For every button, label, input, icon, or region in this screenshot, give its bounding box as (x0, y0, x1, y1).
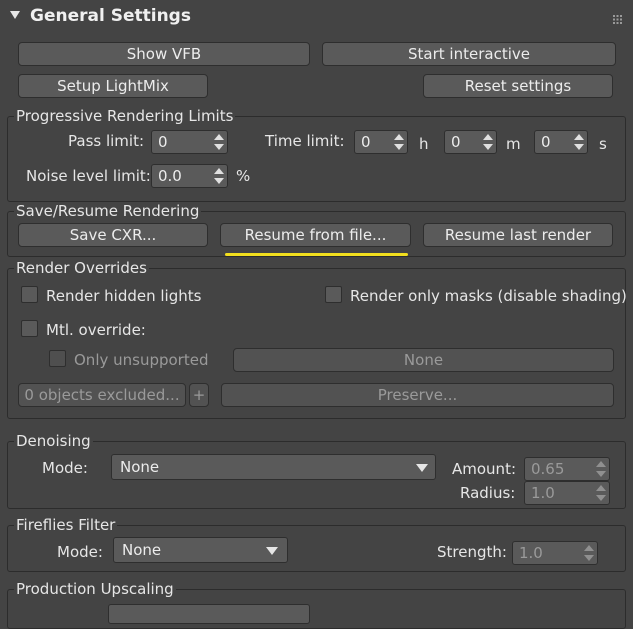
start-interactive-button[interactable]: Start interactive (322, 42, 616, 66)
resume-from-file-button[interactable]: Resume from file... (220, 223, 411, 247)
show-vfb-button[interactable]: Show VFB (18, 42, 310, 66)
denoise-radius-spinner[interactable]: 1.0 (524, 481, 610, 505)
panel-title: General Settings (30, 6, 191, 26)
denoising-title: Denoising (14, 432, 93, 450)
mtl-override-label[interactable]: Mtl. override: (46, 321, 146, 339)
time-seconds-spinner[interactable]: 0 (534, 130, 588, 154)
spinner-arrows-icon[interactable] (483, 134, 493, 150)
fireflies-title: Fireflies Filter (14, 516, 118, 534)
pass-limit-spinner[interactable]: 0 (151, 130, 228, 154)
render-hidden-lights-label[interactable]: Render hidden lights (46, 287, 201, 305)
grip-icon[interactable] (613, 10, 622, 24)
upscaling-mode-dropdown[interactable] (108, 604, 310, 624)
hours-unit: h (419, 135, 429, 153)
spinner-arrows-icon[interactable] (214, 168, 224, 184)
spinner-arrows-icon[interactable] (584, 545, 594, 561)
only-unsupported-label[interactable]: Only unsupported (74, 351, 208, 369)
denoise-mode-label: Mode: (42, 459, 88, 477)
denoise-amount-label: Amount: (452, 460, 516, 478)
spinner-arrows-icon[interactable] (574, 134, 584, 150)
pass-limit-label: Pass limit: (68, 132, 145, 150)
spinner-arrows-icon[interactable] (596, 485, 606, 501)
fireflies-strength-value: 1.0 (519, 544, 543, 562)
preserve-button[interactable]: Preserve... (221, 383, 614, 407)
override-material-none-button[interactable]: None (233, 348, 614, 372)
spinner-arrows-icon[interactable] (596, 461, 606, 477)
spinner-arrows-icon[interactable] (394, 134, 404, 150)
add-excluded-button[interactable]: + (189, 383, 209, 407)
denoise-mode-value: None (120, 458, 160, 476)
upscaling-title: Production Upscaling (14, 580, 176, 598)
noise-unit: % (236, 167, 251, 185)
only-unsupported-checkbox[interactable] (49, 350, 66, 367)
save-resume-title: Save/Resume Rendering (14, 202, 202, 220)
noise-limit-spinner[interactable]: 0.0 (151, 164, 228, 188)
render-only-masks-checkbox[interactable] (325, 286, 342, 303)
fireflies-strength-spinner[interactable]: 1.0 (512, 541, 598, 565)
minutes-unit: m (506, 135, 521, 153)
denoise-radius-value: 1.0 (531, 484, 555, 502)
time-minutes-value: 0 (451, 133, 461, 151)
progressive-limits-title: Progressive Rendering Limits (14, 107, 236, 125)
general-settings-header[interactable]: General Settings (0, 0, 633, 34)
collapse-triangle-icon[interactable] (10, 11, 20, 19)
fireflies-mode-dropdown[interactable]: None (113, 537, 288, 563)
fireflies-mode-label: Mode: (57, 543, 103, 561)
progressive-limits-group (7, 116, 626, 202)
time-hours-value: 0 (361, 133, 371, 151)
save-cxr-button[interactable]: Save CXR... (18, 223, 208, 247)
noise-limit-label: Noise level limit: (26, 167, 151, 185)
pass-limit-value: 0 (158, 133, 168, 151)
fireflies-mode-value: None (122, 541, 162, 559)
fireflies-strength-label: Strength: (437, 543, 507, 561)
chevron-down-icon (266, 547, 278, 555)
setup-lightmix-button[interactable]: Setup LightMix (18, 74, 208, 98)
time-hours-spinner[interactable]: 0 (354, 130, 408, 154)
time-minutes-spinner[interactable]: 0 (444, 130, 497, 154)
render-only-masks-label[interactable]: Render only masks (disable shading) (350, 287, 627, 305)
chevron-down-icon (416, 464, 428, 472)
mtl-override-checkbox[interactable] (21, 320, 38, 337)
denoise-radius-label: Radius: (460, 484, 516, 502)
render-hidden-lights-checkbox[interactable] (21, 286, 38, 303)
seconds-unit: s (599, 135, 607, 153)
objects-excluded-button[interactable]: 0 objects excluded... (18, 383, 186, 407)
noise-limit-value: 0.0 (158, 167, 182, 185)
denoise-amount-spinner[interactable]: 0.65 (524, 457, 610, 481)
time-limit-label: Time limit: (265, 132, 345, 150)
spinner-arrows-icon[interactable] (214, 134, 224, 150)
highlight-underline (225, 253, 408, 256)
resume-last-render-button[interactable]: Resume last render (423, 223, 613, 247)
time-seconds-value: 0 (541, 133, 551, 151)
render-overrides-title: Render Overrides (14, 259, 149, 277)
denoise-mode-dropdown[interactable]: None (111, 454, 436, 480)
denoise-amount-value: 0.65 (531, 460, 565, 478)
reset-settings-button[interactable]: Reset settings (423, 74, 613, 98)
